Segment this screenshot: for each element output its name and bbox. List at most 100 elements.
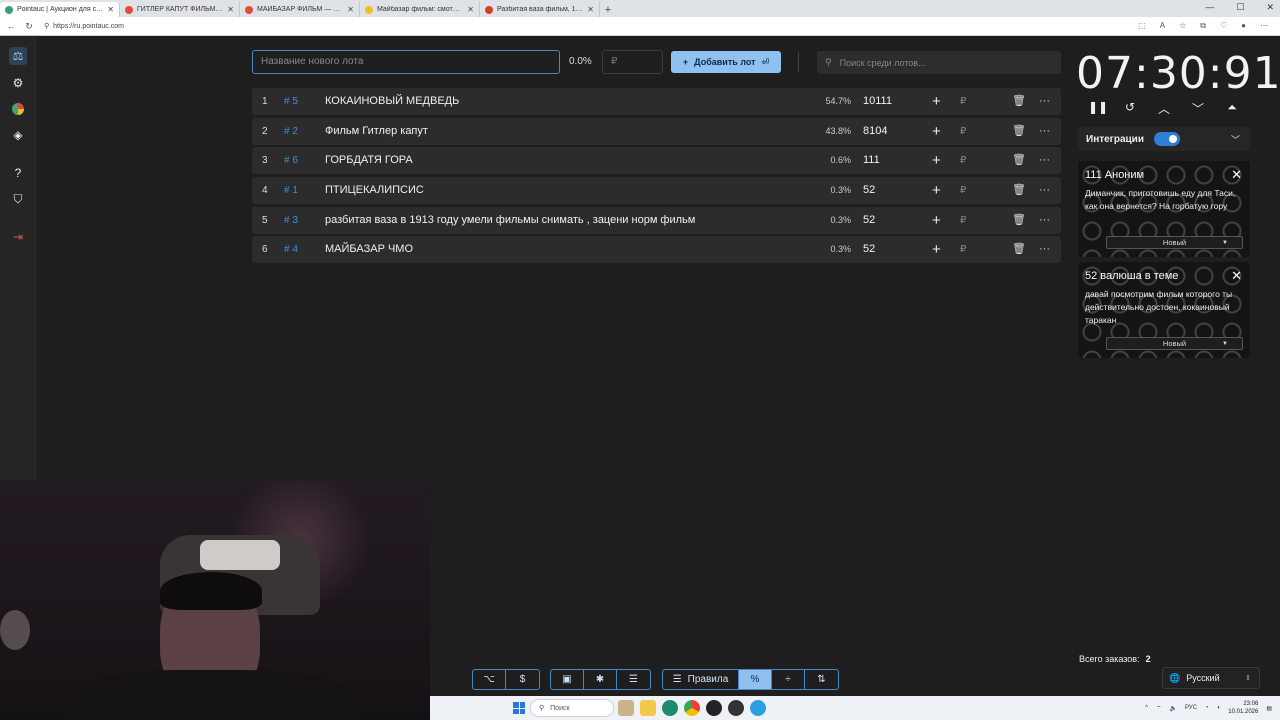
sort-icon[interactable]: ⇅ — [805, 670, 838, 689]
lot-name[interactable]: Фильм Гитлер капут — [325, 118, 428, 145]
rules-button[interactable]: ☰ Правила — [663, 670, 739, 689]
lot-amount[interactable]: 8104 — [863, 118, 887, 145]
delete-icon[interactable]: 🗑 — [1012, 147, 1026, 174]
rub-icon[interactable]: ₽ — [960, 147, 966, 174]
browser-tab-4[interactable]: Майбазар фильм: смотрите и со ✕ — [360, 2, 480, 17]
more-icon[interactable]: ··· — [1039, 207, 1050, 234]
bug-icon[interactable]: ✱ — [584, 670, 617, 689]
donation-status-select[interactable]: Новый ▼ — [1106, 337, 1243, 350]
rub-icon[interactable]: ₽ — [960, 236, 966, 263]
back-icon[interactable]: ← — [4, 21, 18, 31]
lot-amount[interactable]: 52 — [863, 236, 875, 263]
taskbar-search[interactable]: ⚲ Поиск — [530, 699, 614, 717]
widgets-icon[interactable] — [618, 700, 634, 716]
delete-icon[interactable]: 🗑 — [1012, 88, 1026, 115]
network-icon[interactable]: ⌔ — [1156, 704, 1162, 712]
more-icon[interactable]: ··· — [1039, 118, 1050, 145]
dollar-icon[interactable]: $ — [506, 670, 539, 689]
menu-icon[interactable]: ⋯ — [1260, 21, 1268, 31]
lot-name[interactable]: разбитая ваза в 1913 году умели фильмы с… — [325, 207, 695, 234]
add-amount-icon[interactable]: + — [932, 207, 941, 234]
rub-icon[interactable]: ₽ — [960, 118, 966, 145]
wifi-icon[interactable]: ◔ — [1205, 705, 1209, 711]
lot-amount[interactable]: 52 — [863, 177, 875, 204]
delete-icon[interactable]: 🗑 — [1012, 177, 1026, 204]
translate-icon[interactable]: A — [1160, 21, 1165, 31]
lot-name[interactable]: КОКАИНОВЫЙ МЕДВЕДЬ — [325, 88, 459, 115]
reload-icon[interactable]: ↻ — [22, 21, 36, 32]
new-lot-name-input[interactable]: Название нового лота — [252, 50, 560, 74]
minimize-icon[interactable]: — — [1205, 2, 1214, 13]
lot-name[interactable]: МАЙБАЗАР ЧМО — [325, 236, 413, 263]
notifications-icon[interactable]: ▤ — [1266, 705, 1272, 712]
speaker-icon[interactable]: ◖ — [1217, 705, 1221, 711]
more-icon[interactable]: ··· — [1039, 88, 1050, 115]
close-icon[interactable]: ✕ — [107, 5, 114, 14]
rub-icon[interactable]: ₽ — [960, 88, 966, 115]
delete-icon[interactable]: 🗑 — [1012, 236, 1026, 263]
add-amount-icon[interactable]: + — [932, 118, 941, 145]
add-amount-icon[interactable]: + — [932, 177, 941, 204]
lot-name[interactable]: ГОРБДАТЯ ГОРА — [325, 147, 413, 174]
volume-icon[interactable]: 🔈 — [1170, 705, 1177, 712]
clock[interactable]: 23:06 10.01.2026 — [1228, 700, 1258, 716]
app-icon[interactable] — [728, 700, 744, 716]
split-icon[interactable]: ÷ — [772, 670, 805, 689]
auction-gavel-icon[interactable]: ⚖ — [9, 47, 27, 65]
chevron-down-icon[interactable]: ﹀ — [1231, 133, 1240, 146]
tray-chevron-icon[interactable]: ^ — [1145, 705, 1148, 711]
browser-tab-2[interactable]: ГИТЛЕР КАПУТ ФИЛЬМ — Яндекс ✕ — [120, 2, 240, 17]
donation-status-select[interactable]: Новый ▼ — [1106, 236, 1243, 249]
site-info-icon[interactable]: ⚲ — [44, 22, 49, 30]
close-icon[interactable]: ✕ — [1231, 167, 1242, 183]
close-icon[interactable]: ✕ — [227, 5, 234, 14]
screenshot-icon[interactable]: ⬚ — [1138, 21, 1146, 31]
shield-icon[interactable]: ⛉ — [9, 190, 27, 208]
more-icon[interactable]: ··· — [1039, 177, 1050, 204]
close-icon[interactable]: ✕ — [1231, 268, 1242, 284]
save-icon[interactable]: ▣ — [551, 670, 584, 689]
profile-icon[interactable]: ● — [1241, 21, 1246, 31]
settings-icon[interactable]: ⚙ — [9, 74, 27, 92]
help-icon[interactable]: ? — [9, 164, 27, 182]
chevron-down-icon[interactable]: ﹀ — [1190, 100, 1206, 116]
obs-icon[interactable] — [706, 700, 722, 716]
file-explorer-icon[interactable] — [640, 700, 656, 716]
input-language[interactable]: РУС — [1185, 705, 1197, 711]
url-field[interactable]: ⚲ https://ru.pointauc.com — [44, 22, 124, 31]
close-icon[interactable]: ✕ — [467, 5, 474, 14]
bookmark-icon[interactable]: ☆ — [1179, 21, 1186, 31]
telegram-icon[interactable] — [750, 700, 766, 716]
favorites-icon[interactable]: ♡ — [1220, 21, 1227, 31]
add-amount-icon[interactable]: + — [932, 236, 941, 263]
github-icon[interactable]: ⌥ — [473, 670, 506, 689]
lot-search-input[interactable]: ⚲ Поиск среди лотов... — [817, 51, 1061, 74]
close-icon[interactable]: ✕ — [587, 5, 594, 14]
delete-icon[interactable]: 🗑 — [1012, 118, 1026, 145]
add-lot-button[interactable]: + Добавить лот ⏎ — [671, 51, 781, 73]
percent-toggle-icon[interactable]: % — [739, 670, 772, 689]
double-chevron-up-icon[interactable]: ⏶ — [1224, 100, 1240, 116]
add-amount-icon[interactable]: + — [932, 88, 941, 115]
edge-icon[interactable] — [662, 700, 678, 716]
browser-tab-1[interactable]: Pointauc | Аукцион для стримера ✕ — [0, 2, 120, 17]
close-window-icon[interactable]: ✕ — [1266, 2, 1274, 13]
pause-icon[interactable]: ❚❚ — [1088, 100, 1108, 116]
lot-amount[interactable]: 111 — [863, 147, 880, 174]
browser-tab-5[interactable]: Разбитая ваза фильм, 1913, дата ✕ — [480, 2, 600, 17]
extensions-icon[interactable]: ⧉ — [1200, 21, 1206, 31]
more-icon[interactable]: ··· — [1039, 147, 1050, 174]
chrome-icon[interactable] — [684, 700, 700, 716]
browser-tab-3[interactable]: МАЙБАЗАР ФИЛЬМ — Яндекс ✕ — [240, 2, 360, 17]
logout-icon[interactable]: ⇥ — [9, 228, 27, 246]
pie-chart-icon[interactable] — [9, 100, 27, 118]
lot-name[interactable]: ПТИЦЕКАЛИПСИС — [325, 177, 424, 204]
close-icon[interactable]: ✕ — [347, 5, 354, 14]
amount-input[interactable]: ₽ — [602, 50, 663, 74]
windows-start-icon[interactable] — [513, 702, 525, 714]
add-amount-icon[interactable]: + — [932, 147, 941, 174]
rub-icon[interactable]: ₽ — [960, 177, 966, 204]
reset-icon[interactable]: ↺ — [1122, 100, 1138, 116]
integrations-panel[interactable]: Интеграции ﹀ — [1078, 127, 1250, 151]
new-tab-icon[interactable]: + — [600, 2, 616, 17]
